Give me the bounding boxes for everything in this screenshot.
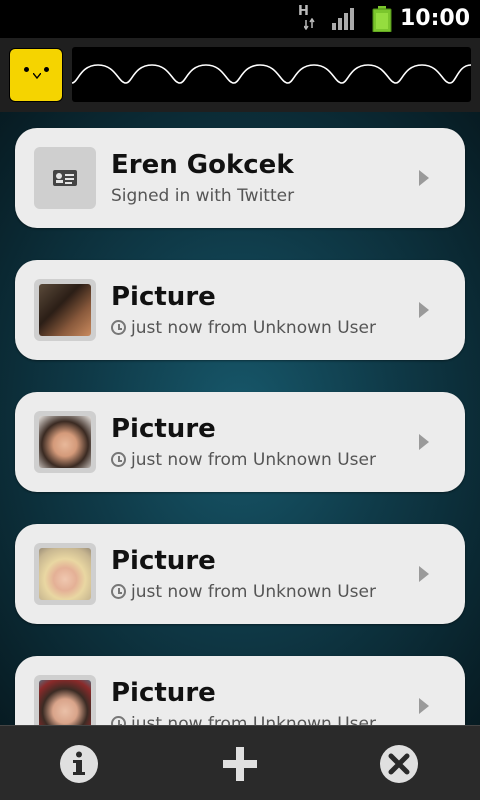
list-item[interactable]: Picture just now from Unknown User (15, 392, 465, 492)
item-subtitle: just now from Unknown User (111, 714, 376, 725)
item-subtitle: just now from Unknown User (111, 450, 376, 470)
item-subtitle-text: just now from Unknown User (131, 582, 376, 602)
item-title: Picture (111, 414, 216, 444)
bottom-toolbar (0, 725, 480, 800)
list-item[interactable]: Picture just now from Unknown User (15, 656, 465, 725)
avatar (34, 543, 96, 605)
content-list: Eren Gokcek Signed in with Twitter Pictu… (0, 112, 480, 725)
item-subtitle: just now from Unknown User (111, 582, 376, 602)
info-icon[interactable] (59, 744, 99, 784)
logo-left-eye (24, 67, 29, 72)
chevron-right-icon (419, 170, 429, 186)
avatar-image (39, 680, 91, 725)
clock-icon (111, 716, 126, 725)
avatar (34, 675, 96, 725)
avatar-image (39, 284, 91, 336)
item-title: Picture (111, 282, 216, 312)
app-header (0, 38, 480, 112)
chevron-right-icon (419, 566, 429, 582)
add-icon[interactable] (220, 744, 260, 784)
clock-icon (111, 452, 126, 467)
item-subtitle: just now from Unknown User (111, 318, 376, 338)
avatar-image (39, 416, 91, 468)
avatar-image (39, 548, 91, 600)
network-type-label: H (298, 4, 309, 19)
item-title: Picture (111, 678, 216, 708)
list-item[interactable]: Picture just now from Unknown User (15, 260, 465, 360)
avatar (34, 411, 96, 473)
list-item[interactable]: Picture just now from Unknown User (15, 524, 465, 624)
account-name: Eren Gokcek (111, 150, 294, 180)
wave-banner (71, 47, 472, 102)
account-status: Signed in with Twitter (111, 186, 295, 206)
item-subtitle-text: just now from Unknown User (131, 450, 376, 470)
status-time: 10:00 (399, 6, 470, 31)
clock-icon (111, 320, 126, 335)
status-bar: H 10:00 (0, 0, 480, 38)
logo-mouth (33, 73, 41, 79)
signal-icon (332, 8, 354, 30)
item-subtitle-text: just now from Unknown User (131, 714, 376, 725)
chevron-right-icon (419, 302, 429, 318)
contact-card-icon (34, 147, 96, 209)
item-title: Picture (111, 546, 216, 576)
data-arrows-icon (304, 18, 315, 30)
clock-icon (111, 584, 126, 599)
chevron-right-icon (419, 698, 429, 714)
network-h-icon: H (298, 4, 320, 32)
chevron-right-icon (419, 434, 429, 450)
item-subtitle-text: just now from Unknown User (131, 318, 376, 338)
battery-icon (372, 6, 392, 32)
account-card[interactable]: Eren Gokcek Signed in with Twitter (15, 128, 465, 228)
avatar (34, 279, 96, 341)
wave-pattern-icon (71, 64, 472, 84)
logo-right-eye (44, 67, 49, 72)
close-icon[interactable] (379, 744, 419, 784)
yellow-face-logo[interactable] (9, 48, 63, 102)
